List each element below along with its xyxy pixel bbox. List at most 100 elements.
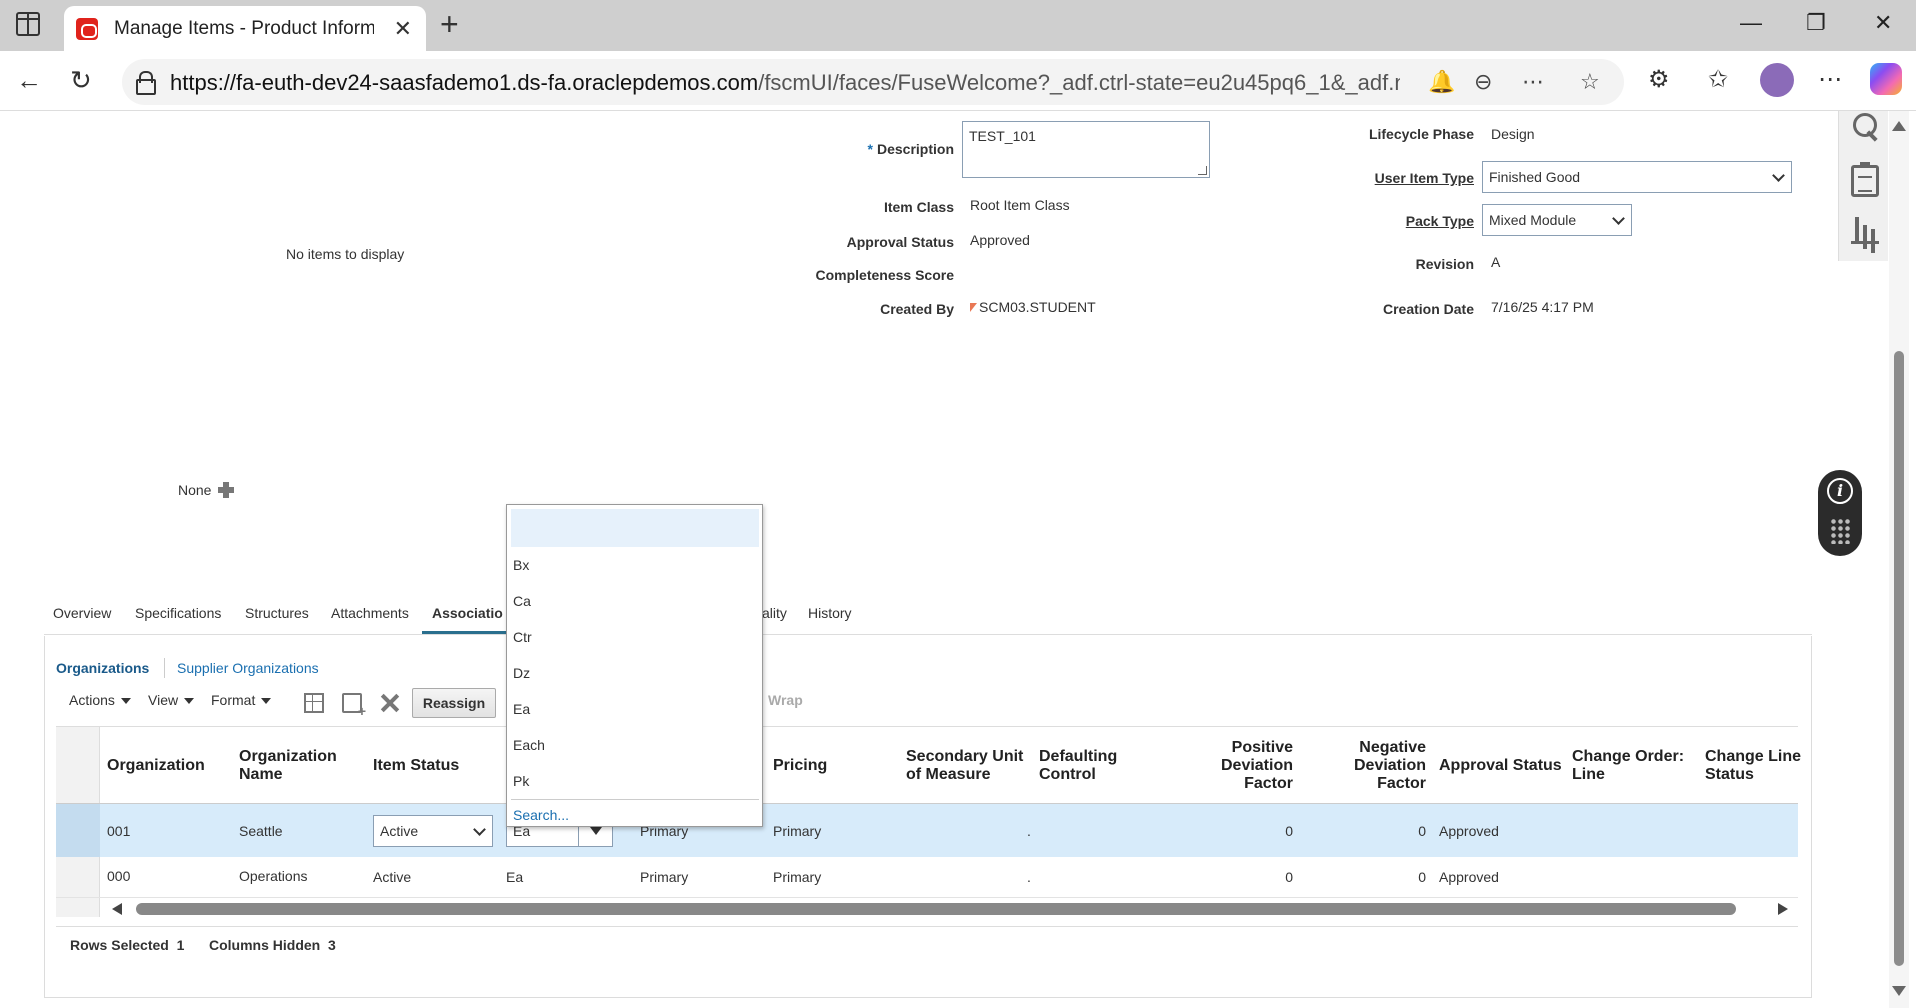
cell-org-name: Operations [239, 868, 308, 884]
horizontal-scrollbar[interactable] [56, 899, 1798, 917]
pack-type-select[interactable]: Mixed Module [1482, 204, 1632, 236]
rows-selected: Rows Selected 1 [70, 937, 185, 953]
refresh-icon[interactable]: ↻ [70, 65, 92, 96]
scroll-left-icon[interactable] [112, 903, 122, 915]
new-tab-icon[interactable]: + [440, 6, 459, 43]
item-class-label: Item Class [883, 199, 954, 215]
tab-history[interactable]: History [808, 605, 852, 621]
chart-icon[interactable] [1851, 213, 1879, 245]
cell-approval-status: Approved [1439, 869, 1499, 885]
dropdown-option[interactable]: Ctr [513, 629, 532, 645]
vertical-scroll-thumb[interactable] [1894, 351, 1904, 966]
minimize-icon[interactable]: — [1740, 10, 1762, 36]
add-plus-icon[interactable] [218, 482, 234, 498]
subtab-supplier-organizations[interactable]: Supplier Organizations [177, 660, 319, 676]
add-row-icon[interactable] [342, 693, 366, 719]
item-status-select[interactable]: Active [373, 815, 493, 847]
dropdown-search-link[interactable]: Search... [513, 807, 569, 823]
col-pricing[interactable]: Pricing [773, 757, 827, 775]
subtab-organizations[interactable]: Organizations [56, 660, 149, 676]
chevron-down-icon [473, 823, 486, 836]
scroll-right-icon[interactable] [1778, 903, 1788, 915]
col-approval-status[interactable]: Approval Status [1439, 757, 1562, 775]
col-change-order-line[interactable]: Change Order: Line [1572, 748, 1684, 784]
col-item-status[interactable]: Item Status [373, 757, 459, 775]
restore-icon[interactable]: ❐ [1806, 10, 1826, 36]
cell-tracking: Primary [640, 869, 689, 885]
tab-specifications[interactable]: Specifications [135, 605, 221, 621]
wrap-button[interactable]: Wrap [768, 692, 803, 708]
extensions-icon[interactable]: ⚙ [1648, 65, 1670, 94]
approval-status-value: Approved [970, 232, 1030, 248]
cell-defaulting: . [1027, 823, 1031, 839]
col-positive-deviation[interactable]: Positive Deviation Factor [1180, 739, 1293, 793]
row-selector[interactable] [56, 804, 100, 857]
right-tool-rail [1838, 111, 1888, 261]
col-organization-name[interactable]: Organization Name [239, 748, 337, 784]
user-item-type-select[interactable]: Finished Good [1482, 161, 1792, 193]
lock-icon[interactable] [136, 71, 156, 95]
col-organization[interactable]: Organization [107, 757, 205, 775]
url-text: https://fa-euth-dev24-saasfademo1.ds-fa.… [170, 70, 1400, 95]
created-by-value: SCM03.STUDENT [970, 299, 1096, 315]
drag-handle-icon[interactable] [1830, 518, 1850, 544]
chevron-down-icon [1612, 212, 1625, 225]
table-row[interactable] [56, 804, 1798, 857]
tab-quality[interactable]: ality [762, 605, 787, 621]
col-defaulting-control[interactable]: Defaulting Control [1039, 748, 1117, 784]
favorite-star-icon[interactable]: ☆ [1580, 69, 1600, 95]
browser-tab[interactable]: Manage Items - Product Informat ✕ [64, 6, 426, 51]
dropdown-option[interactable]: Dz [513, 665, 530, 681]
none-text: None [178, 482, 212, 498]
dropdown-empty-option[interactable] [511, 509, 759, 547]
more-tools-icon[interactable]: ⋯ [1522, 69, 1544, 95]
scroll-up-icon[interactable] [1892, 121, 1906, 131]
url-field[interactable]: https://fa-euth-dev24-saasfademo1.ds-fa.… [122, 59, 1624, 105]
back-icon[interactable]: ← [16, 65, 42, 96]
tab-associations[interactable]: Associatio [432, 605, 503, 621]
delete-icon[interactable] [380, 693, 400, 713]
actions-menu[interactable]: Actions [69, 692, 131, 708]
scroll-thumb[interactable] [136, 903, 1736, 915]
col-change-line-status[interactable]: Change Line Status [1705, 748, 1801, 784]
tab-close-icon[interactable]: ✕ [394, 16, 412, 42]
vertical-scrollbar[interactable] [1889, 111, 1909, 1008]
profile-avatar[interactable] [1760, 63, 1794, 97]
clipboard-icon[interactable] [1851, 162, 1879, 197]
cell-negative-deviation: 0 [1418, 823, 1426, 839]
sidebar-toggle-icon[interactable] [16, 12, 40, 36]
dropdown-separator [511, 799, 759, 800]
user-item-type-label: User Item Type [1374, 170, 1474, 186]
page-content: No items to display * Description TEST_10… [0, 111, 1838, 1008]
window-close-icon[interactable]: ✕ [1874, 10, 1892, 36]
caret-down-icon [261, 698, 272, 705]
col-negative-deviation[interactable]: Negative Deviation Factor [1313, 739, 1426, 793]
format-menu[interactable]: Format [211, 692, 272, 708]
zoom-out-icon[interactable]: ⊖ [1474, 69, 1492, 95]
tab-overview[interactable]: Overview [53, 605, 111, 621]
help-widget[interactable]: i [1818, 470, 1862, 556]
freeze-icon[interactable] [304, 693, 324, 713]
lifecycle-value: Design [1491, 126, 1535, 142]
uom-dropdown-list: Bx Ca Ctr Dz Ea Each Pk Search... [506, 504, 763, 827]
favorites-icon[interactable]: ✩ [1708, 65, 1728, 94]
search-icon[interactable] [1851, 111, 1879, 143]
tab-attachments[interactable]: Attachments [331, 605, 409, 621]
dropdown-option[interactable]: Each [513, 737, 545, 753]
view-menu[interactable]: View [148, 692, 195, 708]
info-icon[interactable]: i [1827, 478, 1853, 504]
reassign-button[interactable]: Reassign [412, 688, 496, 718]
dropdown-option[interactable]: Ca [513, 593, 531, 609]
description-field[interactable]: TEST_101 [962, 121, 1210, 178]
copilot-icon[interactable] [1870, 63, 1902, 95]
dropdown-option[interactable]: Pk [513, 773, 529, 789]
dropdown-option[interactable]: Ea [513, 701, 530, 717]
bell-icon[interactable]: 🔔 [1428, 69, 1455, 95]
columns-hidden: Columns Hidden 3 [209, 937, 336, 953]
col-secondary-uom[interactable]: Secondary Unit of Measure [906, 748, 1023, 784]
scroll-down-icon[interactable] [1892, 986, 1906, 996]
cell-org: 000 [107, 868, 131, 884]
menu-icon[interactable]: ⋯ [1818, 65, 1842, 94]
tab-structures[interactable]: Structures [245, 605, 309, 621]
dropdown-option[interactable]: Bx [513, 557, 529, 573]
